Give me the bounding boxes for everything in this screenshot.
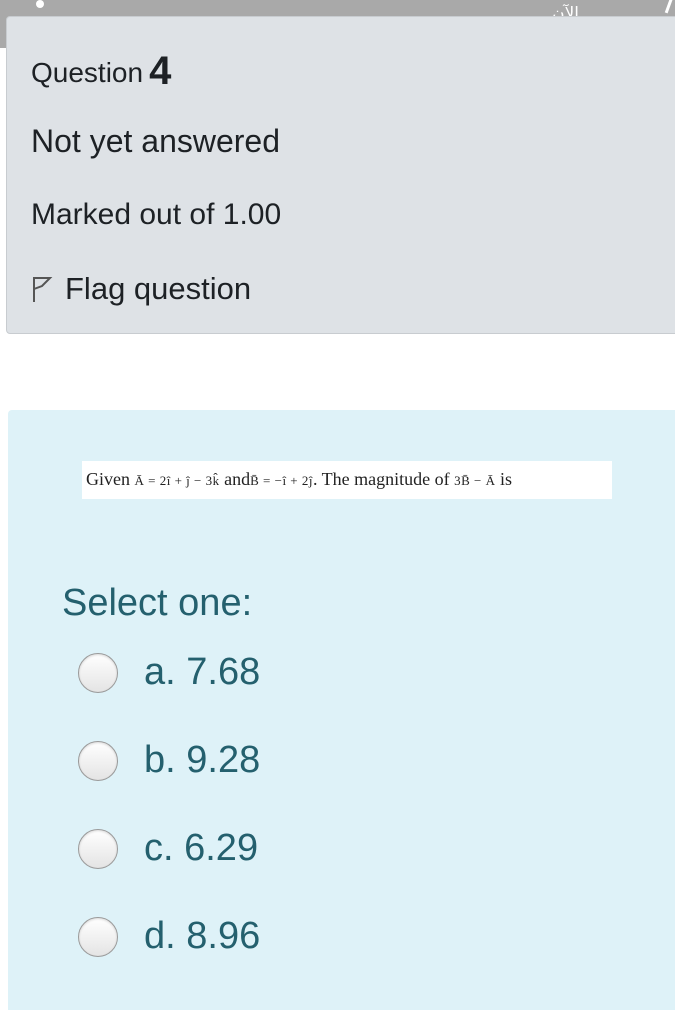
status-edge-icon: [651, 0, 674, 14]
question-content-panel: Given Ā = 2î + ĵ − 3k̂ andB̄ = −î + 2ĵ. …: [8, 410, 675, 1010]
flag-question-label: Flag question: [65, 271, 252, 306]
question-title: Question 4: [31, 49, 171, 94]
vector-a-expression: Ā = 2î + ĵ − 3k̂: [134, 473, 220, 488]
question-text: Given Ā = 2î + ĵ − 3k̂ andB̄ = −î + 2ĵ. …: [82, 461, 612, 499]
question-text-mid: . The magnitude of: [313, 469, 450, 489]
question-text-start: Given: [86, 469, 130, 489]
flag-question-button[interactable]: Flag question: [31, 271, 251, 307]
radio-button[interactable]: [78, 652, 118, 693]
question-text-and: and: [224, 469, 251, 489]
answer-option-label: b. 9.28: [144, 739, 261, 781]
question-text-end: is: [500, 469, 513, 489]
vector-b-expression: B̄ = −î + 2ĵ: [250, 473, 313, 488]
answer-option-d[interactable]: d. 8.96: [78, 915, 260, 958]
question-info-panel: Question 4 Not yet answered Marked out of…: [6, 16, 675, 334]
flag-outline-icon: [33, 277, 53, 302]
radio-button[interactable]: [78, 828, 118, 869]
select-one-prompt: Select one:: [62, 582, 253, 624]
answer-option-label: c. 6.29: [144, 827, 259, 869]
answer-option-label: a. 7.68: [144, 651, 261, 693]
answer-option-a[interactable]: a. 7.68: [78, 651, 260, 694]
radio-button[interactable]: [78, 740, 118, 781]
status-dot-icon: [36, 0, 44, 8]
magnitude-expression: 3B̄ − Ā: [454, 473, 496, 488]
answer-option-c[interactable]: c. 6.29: [78, 827, 258, 870]
question-number: 4: [149, 49, 172, 93]
answer-option-b[interactable]: b. 9.28: [78, 739, 260, 782]
question-state: Not yet answered: [31, 123, 281, 159]
answer-option-label: d. 8.96: [144, 915, 261, 957]
question-word: Question: [31, 57, 144, 88]
question-grade: Marked out of 1.00: [31, 198, 282, 231]
radio-button[interactable]: [78, 916, 118, 957]
